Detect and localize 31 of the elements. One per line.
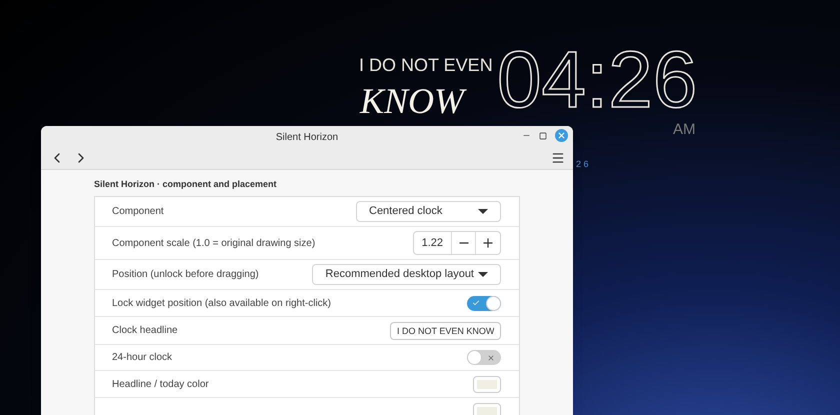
setting-label: Clock headline <box>112 324 178 338</box>
headline-field[interactable]: I DO NOT EVEN KNOW <box>390 322 501 340</box>
setting-label: 24-hour clock <box>112 351 172 365</box>
color-swatch-button[interactable] <box>473 402 501 415</box>
setting-label: Position (unlock before dragging) <box>112 268 259 282</box>
caret-icon <box>478 209 488 214</box>
plus-icon <box>481 236 495 250</box>
setting-label: Component <box>112 205 164 219</box>
menu-icon[interactable] <box>551 151 565 166</box>
caret-icon <box>478 272 488 277</box>
clock-meridiem: AM <box>673 120 696 140</box>
toggle-switch[interactable] <box>467 350 501 365</box>
window-title: Silent Horizon <box>276 130 338 144</box>
check-icon <box>472 299 480 307</box>
toggle-switch[interactable] <box>467 296 501 310</box>
setting-label: Headline / today color <box>112 378 209 392</box>
dropdown[interactable]: Recommended desktop layout <box>312 264 501 285</box>
clock-headline: I DO NOT EVEN <box>359 54 493 77</box>
section-title: Silent Horizon · component and placement <box>94 178 278 191</box>
close-icon[interactable] <box>555 129 568 142</box>
clock-headline-word: KNOW <box>360 74 464 128</box>
color-swatch-button[interactable] <box>473 376 501 392</box>
maximize-icon[interactable] <box>539 132 547 140</box>
desklet-text: 2 6 <box>576 158 589 171</box>
dropdown[interactable]: Centered clock <box>356 201 501 222</box>
x-icon <box>487 354 495 362</box>
spin-field[interactable]: 1.22 <box>412 231 501 255</box>
clock-time: 04:26 <box>497 40 698 120</box>
setting-label: Lock widget position (also available on right-click) <box>112 296 331 310</box>
spin-value: 1.22 <box>414 232 452 254</box>
setting-label: Component scale (1.0 = original drawing size) <box>112 236 316 250</box>
